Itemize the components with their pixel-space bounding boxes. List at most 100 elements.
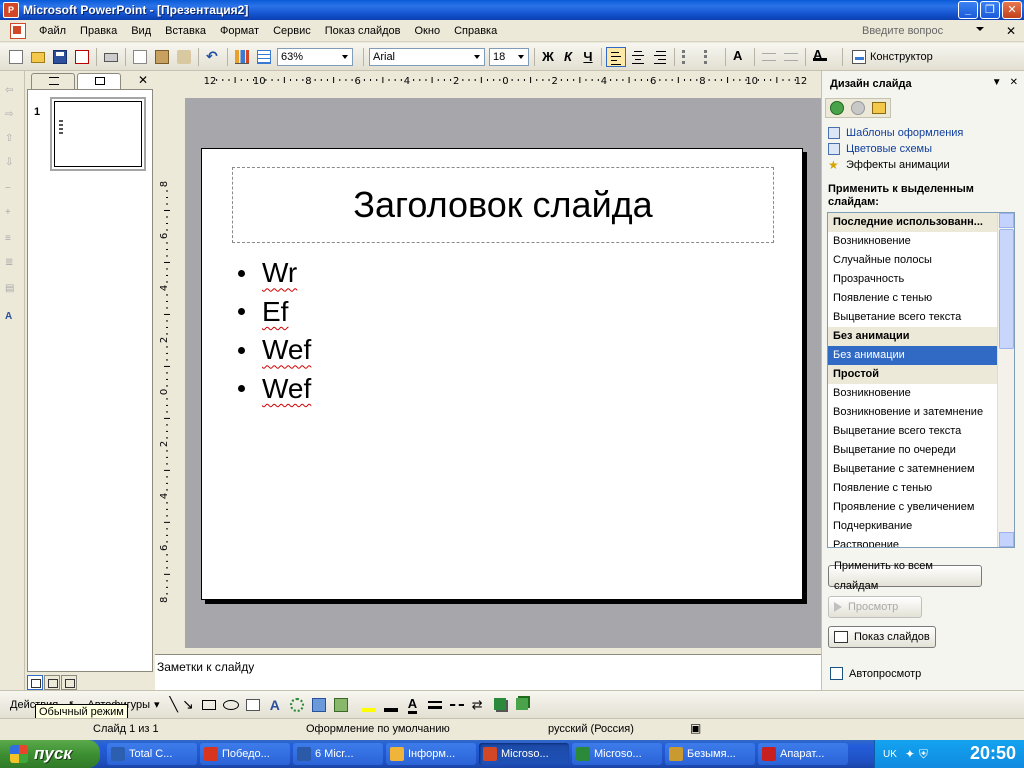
diagram-tool-icon[interactable] (288, 696, 306, 714)
arrow-style-icon[interactable]: ⇄ (470, 696, 488, 714)
animation-item[interactable]: Появление с тенью (828, 479, 998, 498)
rectangle-tool-icon[interactable] (200, 696, 218, 714)
wordart-tool-icon[interactable]: A (266, 696, 284, 714)
animation-list[interactable]: Последние использованн... Возникновение Сл… (827, 212, 1015, 548)
show-formatting-icon[interactable]: A (5, 311, 19, 323)
open-button[interactable] (28, 47, 48, 67)
insert-table-button[interactable] (254, 47, 274, 67)
normal-view-button[interactable] (27, 675, 43, 690)
tab-outline[interactable] (31, 73, 75, 89)
scroll-thumb[interactable] (999, 229, 1014, 349)
animation-item[interactable]: Растворение (828, 536, 998, 547)
menu-view[interactable]: Вид (124, 25, 158, 37)
taskbar-task[interactable]: Победо... (200, 743, 290, 765)
task-pane-close-icon[interactable]: ✕ (1010, 77, 1018, 88)
animation-item[interactable]: Случайные полосы (828, 251, 998, 270)
notes-placeholder[interactable]: Заметки к слайду (157, 660, 254, 674)
font-color-draw-icon[interactable]: A (404, 696, 422, 714)
collapse-all-icon[interactable]: ≡ (5, 233, 19, 245)
home-button[interactable] (869, 100, 889, 116)
tray-network-icon[interactable]: ✦ (905, 747, 915, 761)
menu-file[interactable]: Файл (32, 25, 73, 37)
preview-button[interactable]: Просмотр (828, 596, 922, 618)
scroll-down-arrow[interactable] (999, 532, 1014, 547)
format-painter-button[interactable] (174, 47, 194, 67)
animation-item[interactable]: Выцветание всего текста (828, 422, 998, 441)
bullet-text[interactable]: Wr (262, 257, 297, 289)
align-right-button[interactable] (650, 47, 670, 67)
animation-list-scrollbar[interactable] (997, 213, 1014, 547)
numbering-button[interactable] (679, 47, 699, 67)
forward-button[interactable] (848, 100, 868, 116)
notes-pane[interactable]: Заметки к слайду (155, 654, 821, 690)
animation-item[interactable]: Подчеркивание (828, 517, 998, 536)
color-schemes-label[interactable]: Цветовые схемы (846, 143, 932, 155)
dash-style-icon[interactable] (448, 696, 466, 714)
increase-font-button[interactable]: A (730, 47, 750, 67)
font-size-select[interactable]: 18 (489, 47, 529, 66)
autoshapes-dropdown-icon[interactable]: ▾ (154, 698, 160, 711)
slide-canvas[interactable]: Заголовок слайда Wr Ef Wef Wef (201, 148, 803, 600)
tray-security-icon[interactable]: ⛨ (919, 747, 928, 762)
animation-item[interactable]: Появление с тенью (828, 289, 998, 308)
menu-tools[interactable]: Сервис (266, 25, 318, 37)
arrow-tool-icon[interactable]: ↘ (182, 696, 194, 713)
expand-all-icon[interactable]: ≣ (5, 257, 19, 269)
bullets-button[interactable] (701, 47, 721, 67)
slide-sorter-view-button[interactable] (44, 675, 60, 690)
animation-item[interactable]: Выцветание по очереди (828, 441, 998, 460)
content-placeholder[interactable]: Wr Ef Wef Wef (238, 254, 311, 408)
new-button[interactable] (6, 47, 26, 67)
bullet-item[interactable]: Ef (238, 293, 311, 332)
animation-item[interactable]: Без анимации (828, 346, 998, 365)
oval-tool-icon[interactable] (222, 696, 240, 714)
3d-style-icon[interactable] (514, 696, 532, 714)
close-window-button[interactable]: ✕ (1002, 1, 1022, 19)
font-select[interactable]: Arial (369, 47, 485, 66)
start-button[interactable]: пуск (0, 740, 100, 768)
slide-title[interactable]: Заголовок слайда (353, 184, 652, 226)
menu-edit[interactable]: Правка (73, 25, 124, 37)
checkbox-box[interactable] (830, 667, 843, 680)
bullet-text[interactable]: Ef (262, 296, 288, 328)
title-placeholder[interactable]: Заголовок слайда (232, 167, 774, 243)
design-templates-label[interactable]: Шаблоны оформления (846, 127, 963, 139)
animation-item[interactable]: Возникновение (828, 384, 998, 403)
insert-chart-button[interactable] (232, 47, 252, 67)
expand-icon[interactable]: + (5, 207, 19, 219)
summary-slide-icon[interactable]: ▤ (5, 283, 19, 295)
animation-item[interactable]: Возникновение (828, 232, 998, 251)
underline-button[interactable]: Ч (578, 49, 598, 64)
bullet-item[interactable]: Wr (238, 254, 311, 293)
line-tool-icon[interactable]: ╲ (170, 696, 178, 713)
apply-to-all-button[interactable]: Применить ко всем слайдам (828, 560, 982, 592)
powerpoint-app-icon[interactable]: P (3, 2, 19, 18)
taskbar-task[interactable]: Апарат... (758, 743, 848, 765)
help-dropdown-icon[interactable] (976, 27, 984, 31)
move-up-icon[interactable]: ⇧ (5, 133, 19, 145)
animation-item[interactable]: Проявление с увеличением (828, 498, 998, 517)
help-search-input[interactable]: Введите вопрос (862, 22, 972, 40)
tab-slides[interactable] (77, 73, 121, 89)
slideshow-view-button[interactable] (61, 675, 77, 690)
back-button[interactable] (827, 100, 847, 116)
document-icon[interactable] (10, 22, 26, 39)
shadow-style-icon[interactable] (492, 696, 510, 714)
bullet-text[interactable]: Wef (262, 334, 311, 366)
taskbar-task[interactable]: Безымя... (665, 743, 755, 765)
decrease-indent-button[interactable] (759, 47, 779, 67)
animation-item[interactable]: Выцветание с затемнением (828, 460, 998, 479)
menu-help[interactable]: Справка (447, 25, 504, 37)
zoom-select[interactable]: 63% (277, 47, 353, 66)
close-pane-icon[interactable]: ✕ (138, 73, 148, 87)
increase-indent-button[interactable] (781, 47, 801, 67)
menu-insert[interactable]: Вставка (158, 25, 213, 37)
bold-button[interactable]: Ж (538, 49, 558, 64)
collapse-icon[interactable]: − (5, 183, 19, 195)
print-button[interactable] (101, 47, 121, 67)
menu-window[interactable]: Окно (408, 25, 448, 37)
taskbar-task[interactable]: 6 Micr... (293, 743, 383, 765)
paste-button[interactable] (152, 47, 172, 67)
line-style-icon[interactable] (426, 696, 444, 714)
align-left-button[interactable] (606, 46, 626, 67)
